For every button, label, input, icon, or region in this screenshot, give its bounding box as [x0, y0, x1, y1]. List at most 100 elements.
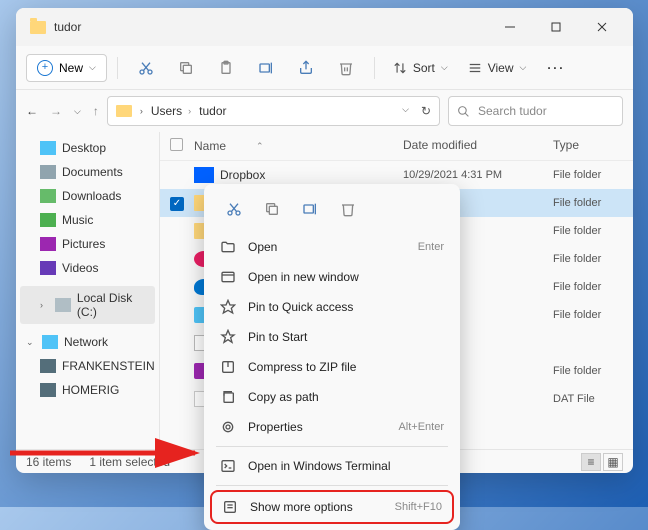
ctx-copy-path[interactable]: Copy as path	[210, 382, 454, 412]
ctx-show-more-options[interactable]: Show more optionsShift+F10	[210, 490, 454, 524]
delete-icon[interactable]	[328, 50, 364, 86]
col-date[interactable]: Date modified	[403, 138, 553, 154]
details-view-button[interactable]: ≡	[581, 453, 601, 471]
row-type: File folder	[553, 225, 623, 237]
row-type: File folder	[553, 309, 623, 321]
star-icon	[220, 299, 236, 315]
ctx-pin-quick-access[interactable]: Pin to Quick access	[210, 292, 454, 322]
folder-icon	[30, 21, 46, 34]
sidebar-item-network[interactable]: ⌄Network	[16, 330, 159, 354]
crumb-users[interactable]: Users	[151, 104, 182, 118]
titlebar: tudor	[16, 8, 633, 46]
forward-button[interactable]: →	[50, 104, 62, 118]
row-type: DAT File	[553, 393, 623, 405]
dropbox-icon	[194, 167, 214, 183]
chevron-down-icon: ⌵	[89, 62, 96, 73]
open-icon	[220, 239, 236, 255]
cut-icon[interactable]	[216, 194, 252, 224]
window-title: tudor	[54, 20, 81, 34]
sidebar-item-videos[interactable]: Videos	[16, 256, 159, 280]
icons-view-button[interactable]: ▦	[603, 453, 623, 471]
music-icon	[40, 213, 56, 227]
row-checkbox[interactable]: ✓	[170, 197, 184, 211]
desktop-icon	[40, 141, 56, 155]
share-icon[interactable]	[288, 50, 324, 86]
refresh-button[interactable]: ↻	[421, 104, 431, 118]
sidebar-item-desktop[interactable]: Desktop	[16, 136, 159, 160]
terminal-icon	[220, 458, 236, 474]
sidebar-item-frankenstein[interactable]: FRANKENSTEIN	[16, 354, 159, 378]
row-type: File folder	[553, 253, 623, 265]
chevron-right-icon: ›	[188, 106, 191, 116]
documents-icon	[40, 165, 56, 179]
sidebar-item-downloads[interactable]: Downloads	[16, 184, 159, 208]
select-all-checkbox[interactable]	[170, 138, 183, 151]
delete-icon[interactable]	[330, 194, 366, 224]
maximize-button[interactable]	[533, 11, 579, 43]
sort-label: Sort	[413, 61, 435, 75]
disk-icon	[55, 298, 71, 312]
chevron-right-icon: ›	[40, 300, 49, 310]
row-date: 10/29/2021 4:31 PM	[403, 169, 553, 181]
network-icon	[42, 335, 58, 349]
context-menu: OpenEnter Open in new window Pin to Quic…	[204, 184, 460, 530]
pictures-icon	[40, 237, 56, 251]
paste-icon[interactable]	[208, 50, 244, 86]
chevron-down-icon: ⌄	[26, 337, 36, 348]
ctx-pin-start[interactable]: Pin to Start	[210, 322, 454, 352]
more-icon	[222, 499, 238, 515]
chevron-right-icon: ›	[140, 106, 143, 116]
rename-icon[interactable]	[292, 194, 328, 224]
search-placeholder: Search tudor	[478, 104, 547, 118]
ctx-windows-terminal[interactable]: Open in Windows Terminal	[210, 451, 454, 481]
col-name[interactable]: Name	[194, 139, 226, 153]
plus-icon: +	[37, 60, 53, 76]
back-button[interactable]: ←	[26, 104, 38, 118]
view-button[interactable]: View ⌵	[460, 56, 535, 80]
recent-button[interactable]: ⌵	[74, 106, 81, 117]
chevron-down-icon[interactable]: ⌵	[402, 104, 409, 118]
videos-icon	[40, 261, 56, 275]
folder-icon	[116, 105, 132, 117]
zip-icon	[220, 359, 236, 375]
ctx-open-new-window[interactable]: Open in new window	[210, 262, 454, 292]
crumb-tudor[interactable]: tudor	[199, 104, 226, 118]
address-bar[interactable]: › Users › tudor ⌵ ↻	[107, 96, 440, 126]
rename-icon[interactable]	[248, 50, 284, 86]
sidebar-item-documents[interactable]: Documents	[16, 160, 159, 184]
up-button[interactable]: ↑	[93, 104, 99, 118]
row-type: File folder	[553, 281, 623, 293]
sort-button[interactable]: Sort ⌵	[385, 56, 456, 80]
cut-icon[interactable]	[128, 50, 164, 86]
sidebar-item-homerig[interactable]: HOMERIG	[16, 378, 159, 402]
downloads-icon	[40, 189, 56, 203]
ctx-compress-zip[interactable]: Compress to ZIP file	[210, 352, 454, 382]
ctx-open[interactable]: OpenEnter	[210, 232, 454, 262]
toolbar: + New ⌵ Sort ⌵ View ⌵ ···	[16, 46, 633, 90]
new-button[interactable]: + New ⌵	[26, 54, 107, 82]
sidebar-item-music[interactable]: Music	[16, 208, 159, 232]
more-button[interactable]: ···	[538, 61, 574, 75]
copy-icon[interactable]	[254, 194, 290, 224]
pin-icon	[220, 329, 236, 345]
sort-icon	[393, 61, 407, 75]
close-button[interactable]	[579, 11, 625, 43]
window-icon	[220, 269, 236, 285]
path-icon	[220, 389, 236, 405]
copy-icon[interactable]	[168, 50, 204, 86]
properties-icon	[220, 419, 236, 435]
sidebar-item-local-disk[interactable]: ›Local Disk (C:)	[20, 286, 155, 324]
sidebar-item-pictures[interactable]: Pictures	[16, 232, 159, 256]
pc-icon	[40, 359, 56, 373]
row-type: File folder	[553, 169, 623, 181]
column-headers[interactable]: Name⌃ Date modified Type	[160, 132, 633, 161]
new-label: New	[59, 61, 83, 75]
navbar: ← → ⌵ ↑ › Users › tudor ⌵ ↻ Search tudor	[16, 90, 633, 132]
minimize-button[interactable]	[487, 11, 533, 43]
row-type: File folder	[553, 365, 623, 377]
annotation-arrow	[10, 438, 210, 468]
row-name: Dropbox	[220, 168, 403, 182]
col-type[interactable]: Type	[553, 138, 623, 154]
search-input[interactable]: Search tudor	[448, 96, 623, 126]
ctx-properties[interactable]: PropertiesAlt+Enter	[210, 412, 454, 442]
